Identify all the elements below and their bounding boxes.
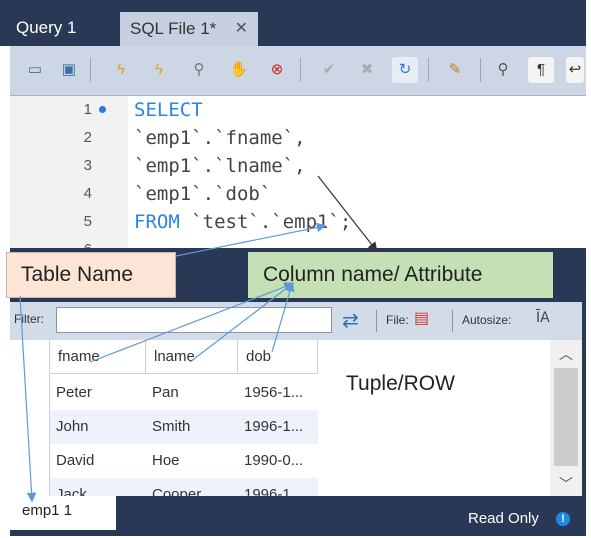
row-selector-column	[10, 340, 50, 496]
find-icon[interactable]: ⚲	[490, 57, 516, 83]
error-stop-icon[interactable]: ⊗	[264, 57, 290, 83]
open-folder-icon[interactable]: ▭	[22, 57, 48, 83]
autosize-label: Autosize:	[462, 313, 512, 327]
table-cell[interactable]: Peter	[50, 376, 146, 410]
code-line-2: 2 `emp1`.`fname`,	[10, 124, 586, 152]
table-cell[interactable]: Jack	[50, 478, 146, 496]
line-number: 2	[83, 129, 92, 146]
code-text: FROM `test`.`emp1`;	[134, 208, 351, 236]
tab-sql-label: SQL File 1*	[130, 19, 217, 38]
code-text: `emp1`.`dob`	[134, 183, 272, 205]
code-line-3: 3 `emp1`.`lname`,	[10, 152, 586, 180]
table-cell[interactable]: Pan	[146, 376, 238, 410]
table-cell[interactable]: 1956-1...	[238, 376, 318, 410]
tab-sql-file-1[interactable]: SQL File 1* ✕	[120, 12, 258, 46]
toolbar-divider	[428, 58, 429, 82]
refresh-icon[interactable]: ⇄	[342, 308, 359, 333]
explain-icon[interactable]: ⚲	[186, 57, 212, 83]
line-number: 3	[83, 157, 92, 174]
code-line-5: 5 FROM `test`.`emp1`;	[10, 208, 586, 236]
sql-editor[interactable]: 1 SELECT 2 `emp1`.`fname`, 3 `emp1`.`lna…	[10, 96, 586, 248]
chevron-down-icon[interactable]: ﹀	[550, 474, 582, 494]
filter-input[interactable]	[56, 307, 332, 333]
tab-query-label: Query 1	[16, 18, 77, 37]
line-number: 1	[83, 101, 92, 118]
code-keyword: FROM	[134, 211, 180, 233]
filter-divider	[376, 310, 377, 332]
filter-divider	[452, 310, 453, 332]
scrollbar-thumb[interactable]	[554, 368, 578, 466]
line-number: 5	[83, 213, 92, 230]
result-tab-emp1[interactable]: emp1 1	[10, 496, 116, 530]
execute-icon[interactable]: ϟ	[108, 57, 134, 83]
vertical-scrollbar[interactable]: ︿ ﹀	[550, 340, 582, 496]
close-icon[interactable]: ✕	[235, 12, 248, 46]
line-number: 4	[83, 185, 92, 202]
toolbar-divider	[300, 58, 301, 82]
column-header-lname[interactable]: lname	[146, 340, 238, 374]
sql-toolbar: ▭ ▣ ϟ ϟ ⚲ ✋ ⊗ ✔ ✖ ↻ ✎ ⚲ ¶ ↩	[10, 46, 586, 96]
save-icon[interactable]: ▣	[56, 57, 82, 83]
table-cell[interactable]: 1990-0...	[238, 444, 318, 478]
chevron-up-icon[interactable]: ︿	[550, 344, 582, 364]
toolbar-divider	[90, 58, 91, 82]
code-line-6: 6	[10, 236, 586, 248]
window-margin	[586, 0, 591, 538]
toolbar-divider	[480, 58, 481, 82]
line-number: 6	[62, 236, 92, 248]
table-cell[interactable]: John	[50, 410, 146, 444]
code-text: SELECT	[134, 99, 203, 121]
invisible-chars-icon[interactable]: ¶	[528, 57, 554, 83]
export-file-icon[interactable]: ▤	[414, 308, 434, 332]
read-only-status: Read Only	[468, 510, 539, 527]
annotation-table-name: Table Name	[6, 252, 176, 298]
info-icon[interactable]: !	[556, 512, 570, 526]
table-cell[interactable]: Smith	[146, 410, 238, 444]
code-line-1: 1 SELECT	[10, 96, 586, 124]
annotation-column-name: Column name/ Attribute	[248, 252, 553, 298]
column-header-dob[interactable]: dob	[238, 340, 318, 374]
execute-selection-icon[interactable]: ϟ	[146, 57, 172, 83]
column-header-fname[interactable]: fname	[50, 340, 146, 374]
table-cell[interactable]: 1996-1...	[238, 478, 318, 496]
table-cell[interactable]: Hoe	[146, 444, 238, 478]
workbench-window: Query 1 SQL File 1* ✕ ▭ ▣ ϟ ϟ ⚲ ✋ ⊗ ✔ ✖ …	[0, 0, 591, 538]
rollback-icon[interactable]: ✖	[354, 57, 380, 83]
table-cell[interactable]: Cooper	[146, 478, 238, 496]
annotation-tuple-row: Tuple/ROW	[346, 372, 455, 395]
code-text: `emp1`.`fname`,	[134, 127, 306, 149]
code-text: `emp1`.`lname`,	[134, 155, 306, 177]
file-label: File:	[386, 313, 409, 327]
current-statement-marker	[99, 106, 106, 113]
beautify-icon[interactable]: ✎	[442, 57, 468, 83]
code-line-4: 4 `emp1`.`dob`	[10, 180, 586, 208]
table-cell[interactable]: 1996-1...	[238, 410, 318, 444]
wrap-icon[interactable]: ↩	[566, 57, 584, 83]
commit-icon[interactable]: ✔	[316, 57, 342, 83]
tab-query-1[interactable]: Query 1	[6, 12, 116, 44]
stop-icon[interactable]: ✋	[226, 57, 252, 83]
auto-commit-icon[interactable]: ↻	[392, 57, 418, 83]
result-filter-bar: Filter: ⇄ File: ▤ Autosize: ĪA	[10, 302, 582, 340]
filter-label: Filter:	[14, 312, 44, 326]
code-rest: `test`.`emp1`;	[179, 211, 352, 233]
table-cell[interactable]: David	[50, 444, 146, 478]
result-grid: fname lname dob Peter Pan 1956-1... John…	[10, 340, 550, 496]
autosize-icon[interactable]: ĪA	[536, 310, 550, 326]
tab-bar: Query 1 SQL File 1* ✕	[0, 0, 586, 46]
